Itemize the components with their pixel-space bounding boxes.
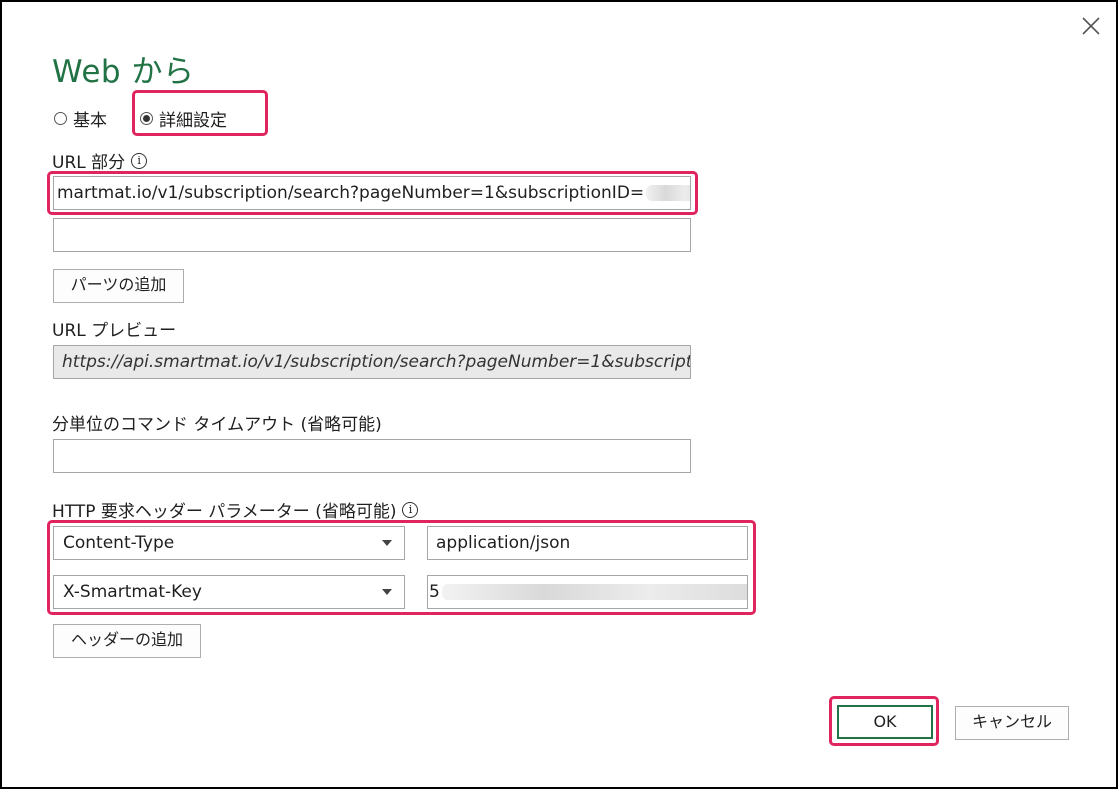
radio-selected-dot <box>143 115 150 122</box>
header-name-select-2[interactable]: X-Smartmat-Key <box>53 575 405 609</box>
chevron-down-icon <box>382 589 392 595</box>
timeout-input[interactable] <box>53 439 691 473</box>
url-part-1-text: martmat.io/v1/subscription/search?pageNu… <box>57 183 645 203</box>
url-parts-label-row: URL 部分 i <box>52 148 148 173</box>
chevron-down-icon <box>382 540 392 546</box>
radio-advanced-circle <box>140 112 153 125</box>
url-parts-label: URL 部分 <box>52 153 126 173</box>
header-value-2: 5 <box>429 582 440 602</box>
radio-basic-circle <box>54 112 67 125</box>
dialog-title: Web から <box>52 54 195 90</box>
redacted-blur <box>646 185 690 201</box>
web-dialog: Web から 基本 詳細設定 URL 部分 i martmat.io/v1/su… <box>0 0 1118 789</box>
radio-basic-label: 基本 <box>73 111 107 131</box>
radio-advanced-label: 詳細設定 <box>159 111 227 131</box>
header-name-select-1[interactable]: Content-Type <box>53 526 405 560</box>
header-name-2: X-Smartmat-Key <box>63 582 202 602</box>
headers-label-row: HTTP 要求ヘッダー パラメーター (省略可能) i <box>52 497 419 522</box>
timeout-label: 分単位のコマンド タイムアウト (省略可能) <box>52 415 382 435</box>
url-preview-field: https://api.smartmat.io/v1/subscription/… <box>53 345 691 379</box>
header-value-input-2[interactable]: 5 <box>427 575 748 609</box>
url-preview-label: URL プレビュー <box>52 321 177 341</box>
url-part-2-input[interactable] <box>53 218 691 252</box>
ok-button[interactable]: OK <box>837 705 933 739</box>
url-part-1-input[interactable]: martmat.io/v1/subscription/search?pageNu… <box>53 176 691 210</box>
info-icon[interactable]: i <box>131 152 148 169</box>
header-value-input-1[interactable]: application/json <box>427 526 748 560</box>
headers-label: HTTP 要求ヘッダー パラメーター (省略可能) <box>52 502 397 522</box>
cancel-button[interactable]: キャンセル <box>955 706 1069 740</box>
add-header-button[interactable]: ヘッダーの追加 <box>53 624 201 658</box>
info-icon[interactable]: i <box>402 501 419 518</box>
redacted-blur <box>441 584 747 600</box>
close-icon[interactable] <box>1079 14 1103 38</box>
add-part-button[interactable]: パーツの追加 <box>53 269 184 303</box>
radio-basic[interactable]: 基本 <box>54 106 107 131</box>
radio-advanced[interactable]: 詳細設定 <box>140 106 227 131</box>
header-name-1: Content-Type <box>63 533 175 553</box>
